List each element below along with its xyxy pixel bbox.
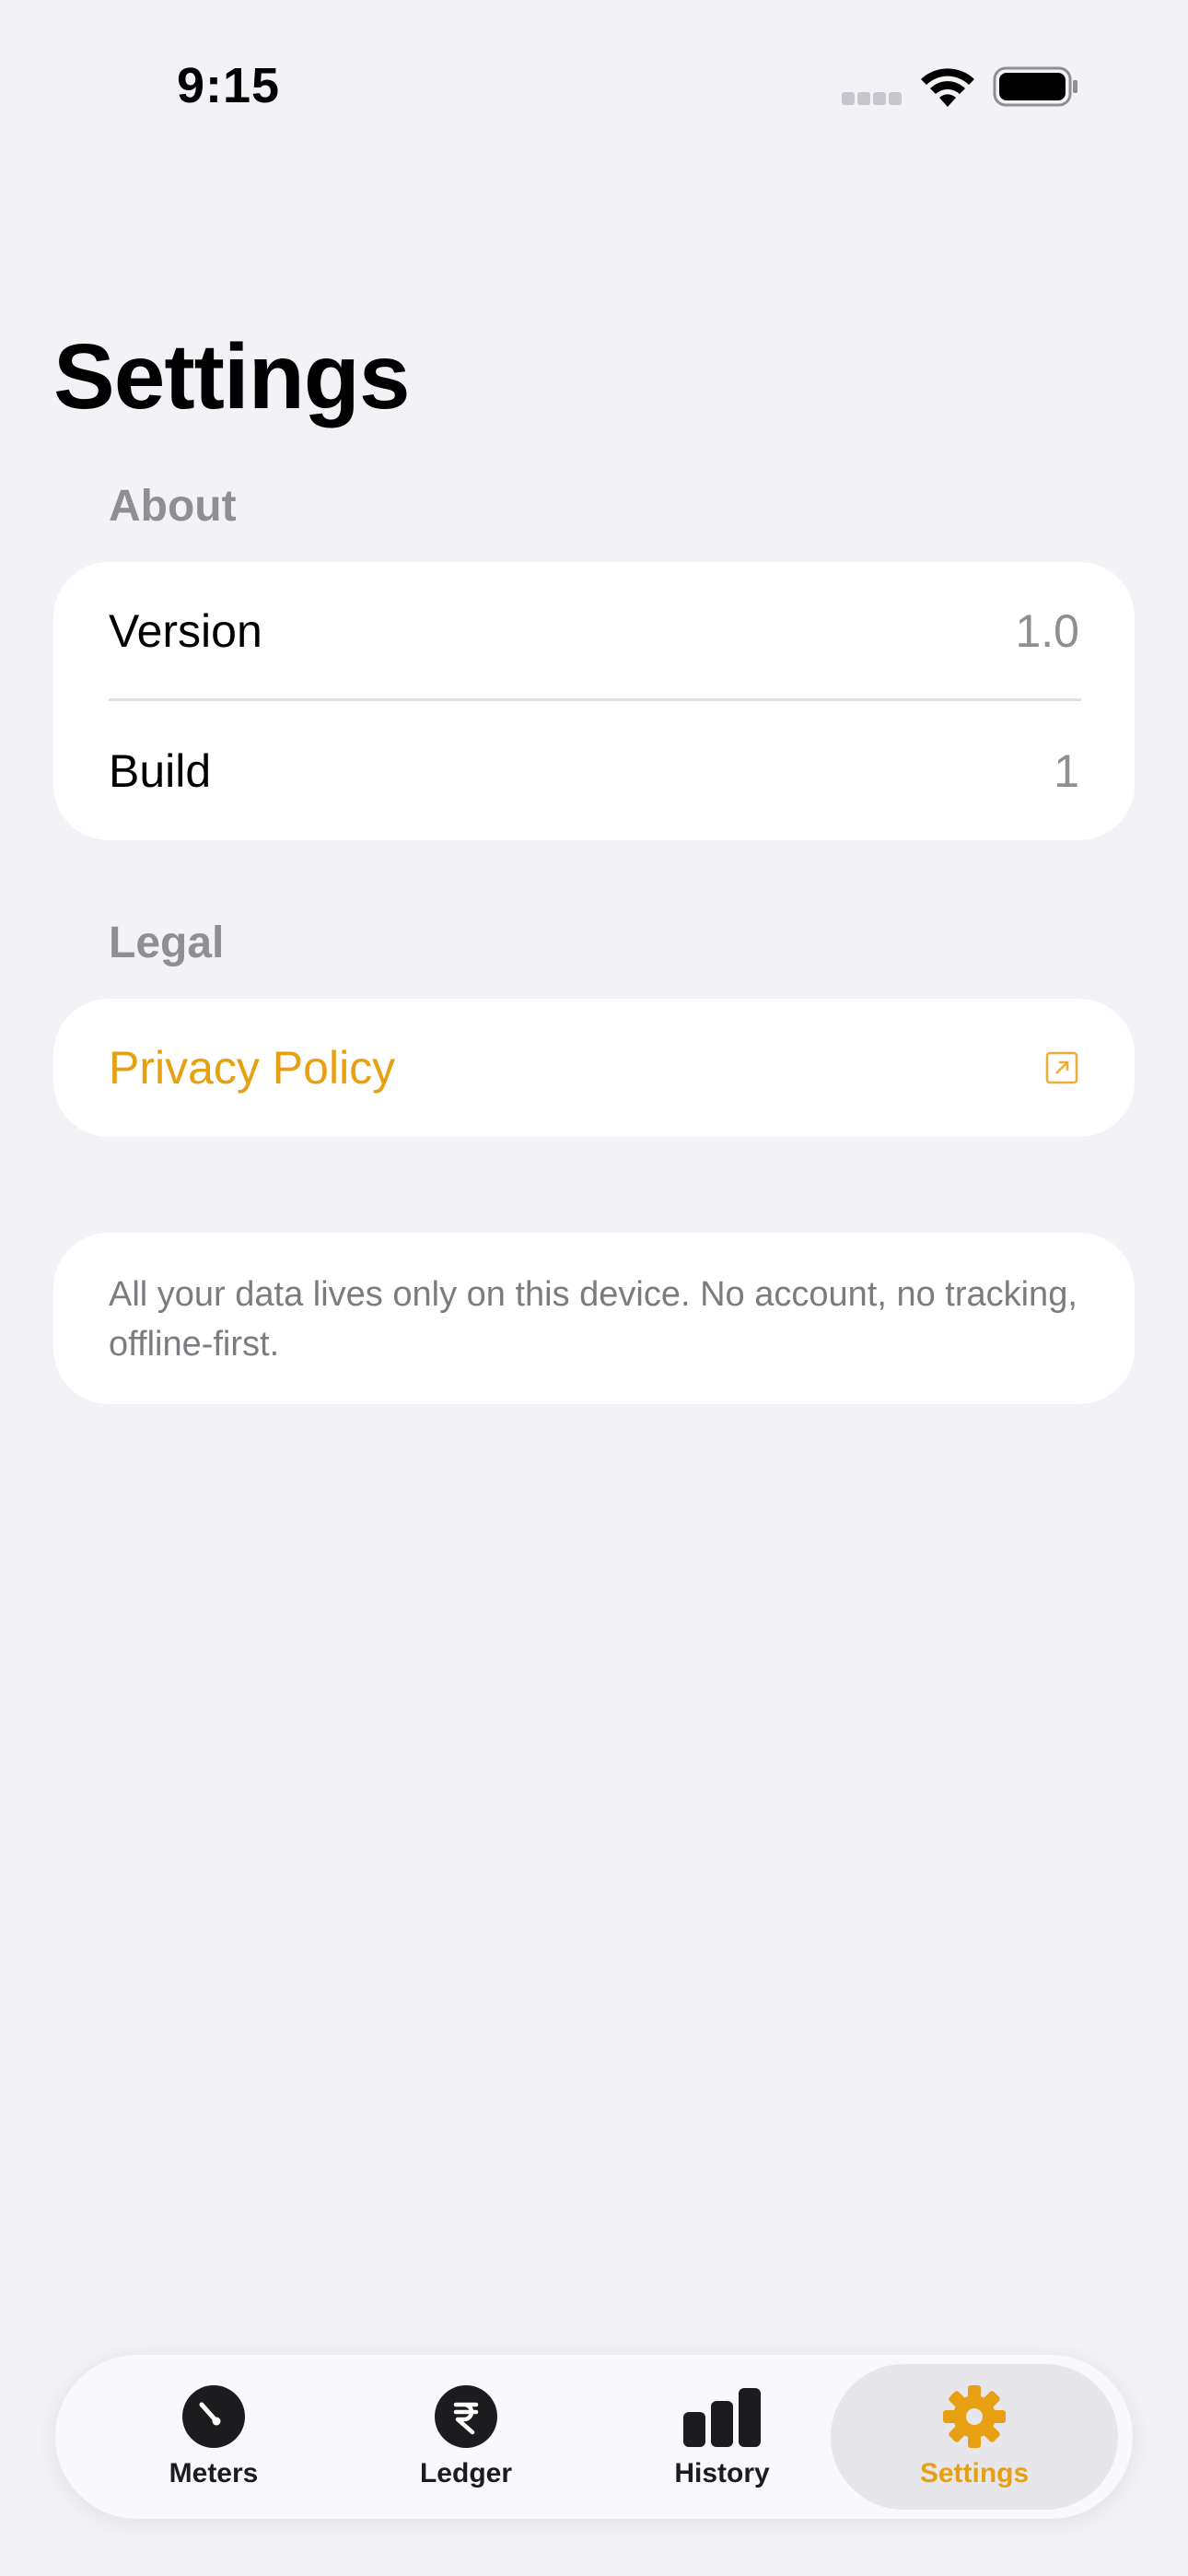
gauge-icon (182, 2385, 245, 2448)
tab-meters[interactable]: Meters (70, 2364, 357, 2510)
cellular-signal-icon (842, 92, 903, 105)
tab-settings-label: Settings (919, 2458, 1030, 2488)
row-divider (109, 698, 1081, 701)
wifi-icon (921, 68, 974, 107)
version-row: Version 1.0 (109, 562, 1079, 700)
bar-chart-icon (683, 2388, 761, 2447)
rupee-icon (435, 2385, 497, 2448)
privacy-note-card: All your data lives only on this device.… (53, 1233, 1135, 1404)
tab-bar: Meters Ledger History Settings (55, 2355, 1133, 2519)
tab-history-label: History (674, 2458, 770, 2488)
build-row: Build 1 (109, 702, 1079, 840)
tab-settings[interactable]: Settings (831, 2364, 1118, 2510)
version-label: Version (109, 605, 262, 657)
build-label: Build (109, 745, 212, 797)
version-value: 1.0 (1015, 605, 1079, 657)
settings-screen: 9:15 Settings About Version 1.0 Build 1 … (0, 0, 1188, 2576)
privacy-policy-row[interactable]: Privacy Policy (53, 999, 1135, 1137)
gear-icon (943, 2385, 1006, 2448)
page-title: Settings (53, 325, 410, 428)
privacy-policy-link[interactable]: Privacy Policy (109, 999, 1079, 1137)
tab-ledger-label: Ledger (419, 2458, 513, 2488)
battery-icon (993, 66, 1077, 107)
status-bar: 9:15 (0, 0, 1188, 175)
section-header-about: About (109, 482, 237, 531)
section-header-legal: Legal (109, 919, 225, 967)
tab-meters-label: Meters (169, 2458, 259, 2488)
privacy-policy-label: Privacy Policy (109, 1042, 396, 1094)
privacy-note-text: All your data lives only on this device.… (109, 1275, 1077, 1364)
tab-ledger[interactable]: Ledger (322, 2364, 610, 2510)
tab-history[interactable]: History (578, 2364, 866, 2510)
status-time: 9:15 (177, 58, 281, 113)
external-link-icon (1045, 1051, 1078, 1084)
about-card: Version 1.0 Build 1 (53, 562, 1135, 840)
build-value: 1 (1054, 745, 1079, 797)
